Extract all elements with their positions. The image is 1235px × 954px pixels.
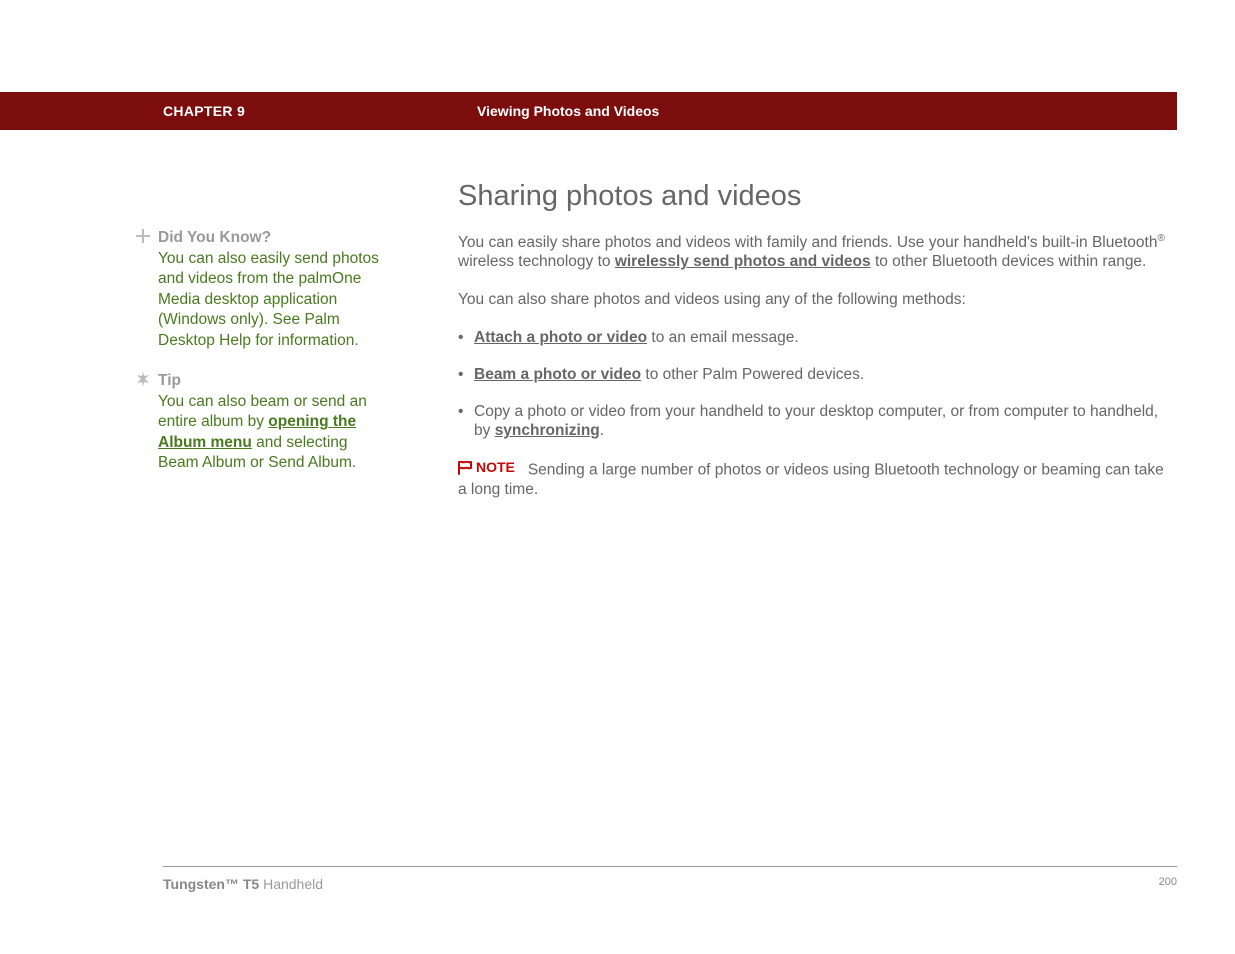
page-header: CHAPTER 9 Viewing Photos and Videos bbox=[163, 92, 1177, 130]
b3-b: . bbox=[600, 422, 604, 439]
asterisk-icon bbox=[128, 371, 158, 474]
product-brand: Tungsten™ T5 bbox=[163, 876, 259, 892]
b1-rest: to an email message. bbox=[647, 329, 799, 346]
attach-link[interactable]: Attach a photo or video bbox=[474, 329, 647, 346]
sidebar: Did You Know? You can also easily send p… bbox=[128, 228, 390, 494]
plus-icon bbox=[128, 228, 158, 351]
footer-rule bbox=[163, 866, 1177, 867]
synchronizing-link[interactable]: synchronizing bbox=[495, 422, 600, 439]
tip-body: You can also beam or send an entire albu… bbox=[158, 393, 367, 472]
flag-icon bbox=[458, 461, 473, 475]
p1-b: wireless technology to bbox=[458, 253, 615, 270]
b2-rest: to other Palm Powered devices. bbox=[641, 366, 864, 383]
p1-c: to other Bluetooth devices within range. bbox=[871, 253, 1147, 270]
header-right-cap bbox=[1177, 92, 1235, 130]
product-name: Tungsten™ T5 Handheld bbox=[163, 876, 323, 892]
page-number: 200 bbox=[1159, 876, 1177, 892]
registered-mark: ® bbox=[1157, 233, 1164, 244]
footer-row: Tungsten™ T5 Handheld 200 bbox=[163, 876, 1177, 892]
wireless-send-link[interactable]: wirelessly send photos and videos bbox=[615, 253, 871, 270]
did-you-know-block: Did You Know? You can also easily send p… bbox=[128, 228, 390, 351]
methods-intro: You can also share photos and videos usi… bbox=[458, 290, 1176, 309]
main-content: Sharing photos and videos You can easily… bbox=[458, 180, 1176, 518]
methods-list: Attach a photo or video to an email mess… bbox=[458, 328, 1176, 440]
product-suffix: Handheld bbox=[259, 876, 323, 892]
note-body: Sending a large number of photos or vide… bbox=[458, 462, 1164, 498]
note-label: NOTE bbox=[458, 458, 515, 477]
list-item: Copy a photo or video from your handheld… bbox=[458, 402, 1176, 440]
section-title: Viewing Photos and Videos bbox=[477, 103, 659, 119]
page-heading: Sharing photos and videos bbox=[458, 180, 1176, 213]
did-you-know-title: Did You Know? bbox=[158, 229, 271, 246]
note-block: NOTE Sending a large number of photos or… bbox=[458, 458, 1176, 499]
intro-paragraph: You can easily share photos and videos w… bbox=[458, 229, 1176, 271]
beam-link[interactable]: Beam a photo or video bbox=[474, 366, 641, 383]
list-item: Beam a photo or video to other Palm Powe… bbox=[458, 365, 1176, 384]
tip-block: Tip You can also beam or send an entire … bbox=[128, 371, 390, 474]
did-you-know-body: You can also easily send photos and vide… bbox=[158, 250, 379, 349]
list-item: Attach a photo or video to an email mess… bbox=[458, 328, 1176, 347]
did-you-know-content: Did You Know? You can also easily send p… bbox=[158, 228, 390, 351]
p1-a: You can easily share photos and videos w… bbox=[458, 234, 1157, 251]
tip-title: Tip bbox=[158, 372, 181, 389]
chapter-label: CHAPTER 9 bbox=[163, 103, 245, 119]
note-label-text: NOTE bbox=[476, 458, 515, 477]
tip-content: Tip You can also beam or send an entire … bbox=[158, 371, 390, 474]
page-footer: Tungsten™ T5 Handheld 200 bbox=[163, 866, 1177, 892]
